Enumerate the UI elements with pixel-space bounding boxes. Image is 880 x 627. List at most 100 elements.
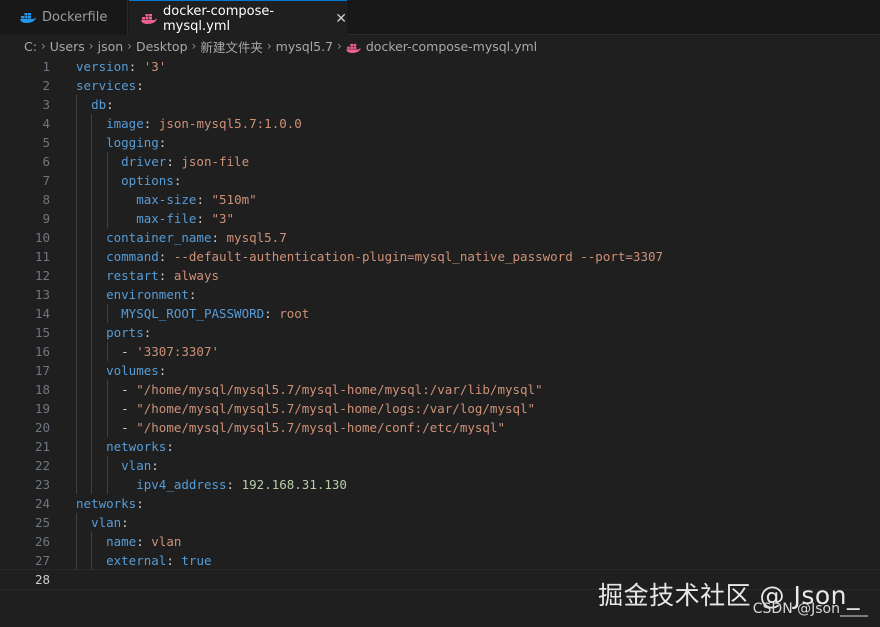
line-number: 25	[34, 515, 50, 530]
code-token: :	[188, 287, 197, 302]
code-line[interactable]: 11 command: --default-authentication-plu…	[0, 247, 880, 266]
line-content: vlan:	[76, 513, 129, 532]
tab-docker-compose-mysql[interactable]: docker-compose-mysql.yml ✕	[129, 0, 347, 36]
line-number: 5	[42, 135, 50, 150]
code-token: max-size	[136, 192, 197, 207]
code-token: json-file	[181, 154, 250, 169]
code-token: container_name	[106, 230, 212, 245]
code-line[interactable]: 6 driver: json-file	[0, 152, 880, 171]
code-line[interactable]: 5 logging:	[0, 133, 880, 152]
code-line[interactable]: 25 vlan:	[0, 513, 880, 532]
code-line[interactable]: 27 external: true	[0, 551, 880, 570]
line-content: command: --default-authentication-plugin…	[76, 247, 663, 266]
code-line[interactable]: 3 db:	[0, 95, 880, 114]
code-line[interactable]: 18 - "/home/mysql/mysql5.7/mysql-home/my…	[0, 380, 880, 399]
code-line[interactable]: 17 volumes:	[0, 361, 880, 380]
breadcrumb-item[interactable]: json	[98, 39, 124, 54]
tab-label: docker-compose-mysql.yml	[163, 3, 275, 34]
code-token: :	[151, 458, 159, 473]
code-token: version	[76, 59, 129, 74]
line-content: external: true	[76, 551, 212, 570]
line-number: 17	[34, 363, 50, 378]
code-token: services	[76, 78, 137, 93]
code-line[interactable]: 1 version: '3'	[0, 57, 880, 76]
indent-guide	[106, 342, 108, 361]
code-token: max-file	[136, 211, 197, 226]
code-token: vlan	[151, 534, 182, 549]
docker-icon	[141, 13, 157, 24]
line-number: 13	[34, 287, 50, 302]
line-content: logging:	[76, 133, 166, 152]
line-content: services:	[76, 76, 144, 95]
line-number: 23	[34, 477, 50, 492]
code-token: :	[136, 78, 144, 93]
line-content: ipv4_address: 192.168.31.130	[76, 475, 347, 494]
code-line[interactable]: 8 max-size: "510m"	[0, 190, 880, 209]
breadcrumb-item[interactable]: C:	[24, 39, 37, 54]
code-token: --default-authentication-plugin=mysql_na…	[173, 249, 664, 264]
line-content: max-file: "3"	[76, 209, 234, 228]
code-token: :	[173, 173, 182, 188]
code-token: '3'	[143, 59, 167, 74]
code-token: :	[196, 192, 212, 207]
code-line[interactable]: 20 - "/home/mysql/mysql5.7/mysql-home/co…	[0, 418, 880, 437]
code-token: db	[91, 97, 107, 112]
code-token: :	[136, 534, 152, 549]
line-content: - "/home/mysql/mysql5.7/mysql-home/mysql…	[76, 380, 542, 399]
code-line[interactable]: 9 max-file: "3"	[0, 209, 880, 228]
code-token: :	[106, 97, 114, 112]
code-line[interactable]: 22 vlan:	[0, 456, 880, 475]
line-content: MYSQL_ROOT_PASSWORD: root	[76, 304, 309, 323]
code-line[interactable]: 23 ipv4_address: 192.168.31.130	[0, 475, 880, 494]
code-line[interactable]: 10 container_name: mysql5.7	[0, 228, 880, 247]
code-token: :	[264, 306, 280, 321]
code-line[interactable]: 15 ports:	[0, 323, 880, 342]
breadcrumb-item[interactable]: 新建文件夹	[200, 37, 263, 56]
code-line[interactable]: 2 services:	[0, 76, 880, 95]
code-token: MYSQL_ROOT_PASSWORD	[121, 306, 265, 321]
line-number: 14	[34, 306, 50, 321]
code-token: environment	[106, 287, 189, 302]
code-line[interactable]: 12 restart: always	[0, 266, 880, 285]
breadcrumb-item[interactable]: mysql5.7	[276, 39, 333, 54]
code-line[interactable]: 7 options:	[0, 171, 880, 190]
breadcrumb-item[interactable]: Users	[50, 39, 85, 54]
line-number: 16	[34, 344, 50, 359]
code-token: root	[279, 306, 310, 321]
code-line[interactable]: 21 networks:	[0, 437, 880, 456]
code-line[interactable]: 24 networks:	[0, 494, 880, 513]
code-token: always	[173, 268, 220, 283]
line-content: version: '3'	[76, 57, 166, 76]
code-token: :	[128, 59, 144, 74]
code-token: :	[136, 496, 144, 511]
code-token: :	[166, 439, 174, 454]
code-token: :	[143, 116, 159, 131]
line-content: volumes:	[76, 361, 166, 380]
code-token: :	[166, 154, 182, 169]
code-line[interactable]: 14 MYSQL_ROOT_PASSWORD: root	[0, 304, 880, 323]
code-token: :	[143, 325, 152, 340]
breadcrumb-item[interactable]: Desktop	[136, 39, 188, 54]
code-line[interactable]: 16 - '3307:3307'	[0, 342, 880, 361]
chevron-right-icon: ›	[337, 39, 342, 53]
chevron-right-icon: ›	[40, 39, 46, 53]
tab-dockerfile[interactable]: Dockerfile	[0, 0, 128, 35]
code-line[interactable]: 26 name: vlan	[0, 532, 880, 551]
close-icon[interactable]: ✕	[335, 11, 347, 27]
code-token: true	[181, 553, 212, 568]
code-editor[interactable]: 1 version: '3' 2 services: 3 db: 4 image: jso…	[0, 56, 880, 627]
code-line[interactable]: 13 environment:	[0, 285, 880, 304]
line-content: vlan:	[76, 456, 159, 475]
code-line[interactable]: 4 image: json-mysql5.7:1.0.0	[0, 114, 880, 133]
breadcrumb-item[interactable]: docker-compose-mysql.yml	[366, 39, 537, 54]
line-content: max-size: "510m"	[76, 190, 257, 209]
code-line[interactable]: 19 - "/home/mysql/mysql5.7/mysql-home/lo…	[0, 399, 880, 418]
code-token: "510m"	[211, 192, 257, 207]
code-token: json-mysql5.7:1.0.0	[158, 116, 302, 131]
chevron-right-icon: ›	[191, 39, 197, 53]
